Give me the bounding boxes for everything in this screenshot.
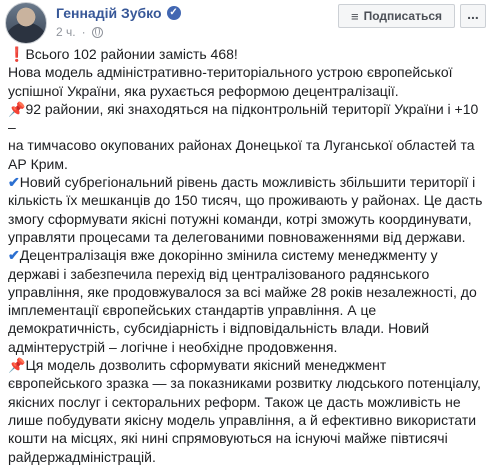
post-text-line: успішної України, яка рухається реформою… bbox=[8, 82, 486, 100]
post-body: ❗Всього 102 районии замість 468! Нова мод… bbox=[8, 45, 486, 466]
post-text: європейського зразка — за показниками ро… bbox=[8, 375, 481, 392]
post-text-line: 📌Ця модель дозволить сформувати якісний … bbox=[8, 356, 486, 374]
rss-icon: ≡ bbox=[350, 8, 359, 24]
meta-separator: · bbox=[81, 25, 86, 39]
post-text: 92 районии, які знаходяться на підконтро… bbox=[8, 100, 479, 136]
globe-icon[interactable] bbox=[91, 26, 103, 38]
post-text-line: АР Крим. bbox=[8, 155, 486, 173]
post-text-line: ✔Децентралізація вже докорінно змінила с… bbox=[8, 246, 486, 264]
post-text: управляти процесами та делегованими повн… bbox=[8, 228, 466, 245]
post-text: адмінтерустрій – логічне і необхідне про… bbox=[8, 338, 338, 355]
subscribe-button[interactable]: ≡ Подписаться bbox=[338, 4, 455, 28]
post-text: управління, яке продовжувалося за всі ма… bbox=[8, 283, 477, 300]
post-text: Децентралізація вже докорінно змінила си… bbox=[19, 247, 438, 264]
post-text: Новий субрегіональний рівень дасть можли… bbox=[19, 174, 476, 191]
post-text: на тимчасово окупованих районах Донецько… bbox=[8, 137, 475, 154]
post-text-line: ✔Новий субрегіональний рівень дасть можл… bbox=[8, 173, 486, 191]
author-block: Геннадій Зубко ✓ bbox=[56, 5, 181, 21]
post-text-line: адмінтерустрій – логічне і необхідне про… bbox=[8, 338, 486, 356]
post-text: якісних послуг і секторальних реформ. Та… bbox=[8, 393, 461, 410]
post-text-line: якісних послуг і секторальних реформ. Та… bbox=[8, 393, 486, 411]
check-icon: ✔ bbox=[8, 247, 20, 264]
post-text: кількість їх мешканців до 150 тисяч, що … bbox=[8, 192, 483, 209]
post-text-line: управляти процесами та делегованими повн… bbox=[8, 228, 486, 246]
post-text-line: кількість їх мешканців до 150 тисяч, що … bbox=[8, 191, 486, 209]
post-text: кошти на місцях, які нині спрямовуються … bbox=[8, 430, 448, 447]
post-text-line: управління, яке продовжувалося за всі ма… bbox=[8, 283, 486, 301]
more-options-button[interactable]: ... bbox=[460, 4, 486, 28]
post-text-line: 📌92 районии, які знаходяться на підконтр… bbox=[8, 100, 486, 137]
post-text: лише побудувати якісну модель управління… bbox=[8, 411, 477, 428]
post-text-line: Нова модель адміністративно-територіальн… bbox=[8, 63, 486, 81]
post-text-line: ❗Всього 102 районии замість 468! bbox=[8, 45, 486, 63]
post-meta: 2 ч. · bbox=[56, 25, 103, 39]
post-text: Всього 102 районии замість 468! bbox=[25, 46, 238, 62]
post-text-line: лише побудувати якісну модель управління… bbox=[8, 411, 486, 429]
post-text-line: на тимчасово окупованих районах Донецько… bbox=[8, 136, 486, 154]
post-text-line: імплементації європейських стандартів уп… bbox=[8, 301, 486, 319]
post-header: Геннадій Зубко ✓ 2 ч. · ≡ Подписаться ..… bbox=[0, 0, 490, 50]
post-text: Ця модель дозволить сформувати якісний м… bbox=[25, 357, 387, 374]
post-text: успішної України, яка рухається реформою… bbox=[8, 82, 399, 99]
post-text-line: демократичність, субсидіарність і відпов… bbox=[8, 319, 486, 337]
post-text: Нова модель адміністративно-територіальн… bbox=[8, 64, 453, 81]
pushpin-icon: 📌 bbox=[8, 357, 26, 374]
subscribe-label: Подписаться bbox=[363, 9, 443, 23]
author-name[interactable]: Геннадій Зубко bbox=[56, 5, 162, 21]
post-text: змогу сформувати якісні потужні команди,… bbox=[8, 210, 472, 227]
post-text-line: європейського зразка — за показниками ро… bbox=[8, 374, 486, 392]
post-text: державі і забезпечила перехід від центра… bbox=[8, 265, 430, 282]
post-timestamp[interactable]: 2 ч. bbox=[56, 25, 76, 39]
post-text: імплементації європейських стандартів уп… bbox=[8, 302, 377, 319]
post-text: демократичність, субсидіарність і відпов… bbox=[8, 320, 430, 337]
post-text: АР Крим. bbox=[8, 155, 68, 172]
post-text-line: райдержадміністрацій. bbox=[8, 448, 486, 466]
check-icon: ✔ bbox=[8, 174, 20, 191]
verified-badge-icon: ✓ bbox=[166, 6, 181, 20]
author-avatar[interactable] bbox=[5, 2, 47, 44]
exclamation-icon: ❗ bbox=[8, 46, 26, 62]
post-text-line: кошти на місцях, які нині спрямовуються … bbox=[8, 429, 486, 447]
post-text: райдержадміністрацій. bbox=[8, 448, 156, 465]
post-text-line: змогу сформувати якісні потужні команди,… bbox=[8, 210, 486, 228]
pushpin-icon: 📌 bbox=[8, 100, 26, 117]
post-text-line: державі і забезпечила перехід від центра… bbox=[8, 265, 486, 283]
